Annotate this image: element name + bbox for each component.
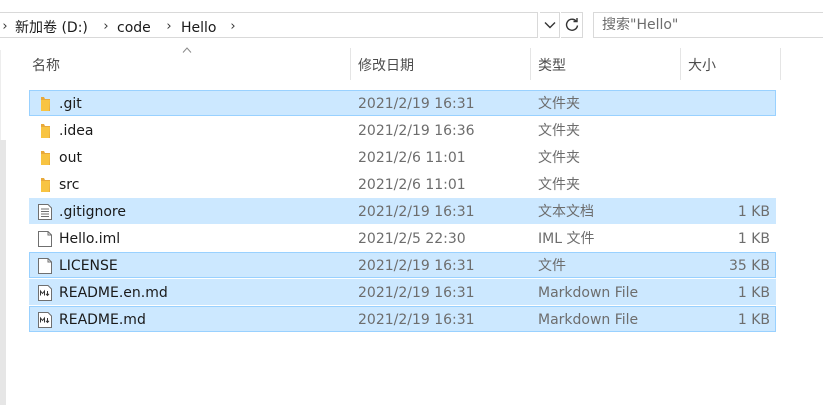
chevron-down-icon — [544, 22, 555, 29]
file-size: 1 KB — [737, 312, 770, 328]
file-type: 文件夹 — [538, 150, 580, 166]
file-name: README.md — [59, 312, 146, 328]
file-name: out — [59, 150, 82, 166]
file-name: README.en.md — [59, 285, 168, 301]
file-size: 1 KB — [737, 285, 770, 301]
file-date: 2021/2/19 16:31 — [358, 96, 475, 112]
folder-icon — [41, 124, 50, 138]
file-name: src — [59, 177, 80, 193]
file-date: 2021/2/6 11:01 — [358, 150, 466, 166]
file-row[interactable]: README.en.md 2021/2/19 16:31 Markdown Fi… — [29, 279, 776, 305]
chevron-right-icon[interactable]: › — [228, 20, 238, 34]
folder-icon — [41, 178, 50, 192]
file-date: 2021/2/19 16:31 — [358, 285, 475, 301]
file-type: IML 文件 — [538, 231, 595, 247]
chevron-right-icon[interactable]: › — [101, 20, 111, 34]
column-header-size[interactable]: 大小 — [688, 52, 778, 80]
column-divider[interactable] — [530, 48, 531, 80]
breadcrumb-item-code[interactable]: code — [117, 19, 151, 37]
refresh-icon — [565, 18, 578, 31]
markdown-file-icon — [38, 285, 52, 301]
file-date: 2021/2/19 16:31 — [358, 258, 475, 274]
file-row[interactable]: Hello.iml 2021/2/5 22:30 IML 文件 1 KB — [29, 225, 776, 251]
file-row[interactable]: LICENSE 2021/2/19 16:31 文件 35 KB — [29, 252, 776, 278]
file-row[interactable]: .idea 2021/2/19 16:36 文件夹 — [29, 117, 776, 143]
file-size: 35 KB — [728, 258, 770, 274]
file-type: Markdown File — [538, 285, 639, 301]
file-row[interactable]: README.md 2021/2/19 16:31 Markdown File … — [29, 306, 776, 332]
address-bar: › 新加卷 (D:) › code › Hello › — [0, 9, 583, 41]
column-header-name[interactable]: 名称 — [32, 52, 350, 80]
breadcrumb[interactable]: › 新加卷 (D:) › code › Hello › — [0, 12, 538, 38]
breadcrumb-item-drive[interactable]: 新加卷 (D:) — [15, 19, 88, 37]
column-header-date[interactable]: 修改日期 — [358, 52, 528, 80]
file-size: 1 KB — [737, 231, 770, 247]
file-type: 文件 — [538, 258, 566, 274]
blank-file-icon — [38, 231, 52, 247]
file-name: Hello.iml — [59, 231, 121, 247]
file-date: 2021/2/5 22:30 — [358, 231, 466, 247]
folder-icon — [41, 151, 50, 165]
navigation-pane-scrollbar[interactable] — [0, 140, 6, 405]
file-row[interactable]: out 2021/2/6 11:01 文件夹 — [29, 144, 776, 170]
file-row[interactable]: src 2021/2/6 11:01 文件夹 — [29, 171, 776, 197]
markdown-file-icon — [38, 312, 52, 328]
chevron-right-icon[interactable]: › — [0, 20, 10, 34]
chevron-right-icon[interactable]: › — [164, 20, 174, 34]
file-date: 2021/2/19 16:36 — [358, 123, 475, 139]
file-name: .idea — [59, 123, 94, 139]
address-history-button[interactable] — [540, 12, 560, 38]
file-name: LICENSE — [59, 258, 118, 274]
file-type: 文件夹 — [538, 96, 580, 112]
column-divider[interactable] — [350, 48, 351, 80]
file-type: 文件夹 — [538, 177, 580, 193]
file-type: 文件夹 — [538, 123, 580, 139]
file-row[interactable]: .git 2021/2/19 16:31 文件夹 — [29, 90, 776, 116]
search-box[interactable] — [593, 12, 823, 38]
file-name: .git — [59, 96, 82, 112]
file-date: 2021/2/19 16:31 — [358, 204, 475, 220]
file-name: .gitignore — [59, 204, 126, 220]
text-document-icon — [38, 204, 52, 220]
file-type: 文本文档 — [538, 204, 594, 220]
column-header-type[interactable]: 类型 — [538, 52, 678, 80]
search-input[interactable] — [602, 16, 812, 34]
file-type: Markdown File — [538, 312, 639, 328]
folder-icon — [41, 97, 50, 111]
file-date: 2021/2/6 11:01 — [358, 177, 466, 193]
file-explorer-window: › 新加卷 (D:) › code › Hello › 名称 修改日 — [0, 0, 823, 405]
breadcrumb-item-hello[interactable]: Hello — [181, 19, 217, 37]
file-row[interactable]: .gitignore 2021/2/19 16:31 文本文档 1 KB — [29, 198, 776, 224]
column-divider[interactable] — [680, 48, 681, 80]
file-date: 2021/2/19 16:31 — [358, 312, 475, 328]
column-divider[interactable] — [780, 48, 781, 80]
refresh-button[interactable] — [561, 12, 583, 38]
file-size: 1 KB — [737, 204, 770, 220]
blank-file-icon — [38, 258, 52, 274]
